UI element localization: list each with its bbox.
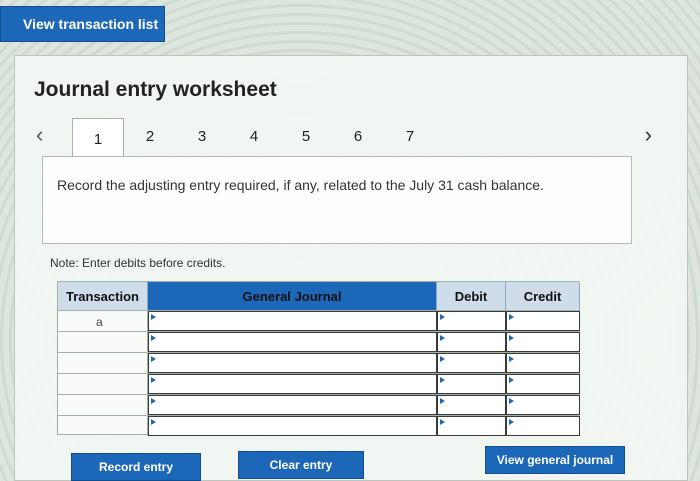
dropdown-marker-icon <box>440 398 445 404</box>
table-row <box>58 394 580 415</box>
chevron-right-icon[interactable]: › <box>645 122 652 148</box>
transaction-cell <box>58 374 148 394</box>
page-tab-2[interactable]: 2 <box>124 118 176 154</box>
transaction-cell <box>58 332 148 352</box>
dropdown-marker-icon <box>151 398 156 404</box>
credit-input[interactable] <box>506 353 580 373</box>
dropdown-marker-icon <box>151 335 156 341</box>
dropdown-marker-icon <box>440 314 445 320</box>
page-navigation: ‹ 1 2 3 4 5 6 7 › <box>32 116 662 160</box>
header-credit: Credit <box>506 282 580 310</box>
dropdown-marker-icon <box>151 419 156 425</box>
credit-input[interactable] <box>506 374 580 394</box>
general-journal-input[interactable] <box>148 395 437 415</box>
dropdown-marker-icon <box>509 335 514 341</box>
dropdown-marker-icon <box>440 419 445 425</box>
dropdown-marker-icon <box>440 377 445 383</box>
clear-entry-button[interactable]: Clear entry <box>238 451 364 479</box>
dropdown-marker-icon <box>509 356 514 362</box>
page-tab-3[interactable]: 3 <box>176 118 228 154</box>
credit-input[interactable] <box>506 395 580 415</box>
dropdown-marker-icon <box>151 356 156 362</box>
view-transaction-list-button[interactable]: View transaction list <box>0 6 165 42</box>
chevron-left-icon[interactable]: ‹ <box>36 122 43 148</box>
dropdown-marker-icon <box>509 398 514 404</box>
dropdown-marker-icon <box>509 314 514 320</box>
table-row: a <box>58 310 580 331</box>
general-journal-input[interactable] <box>148 374 437 394</box>
credit-input[interactable] <box>506 416 580 436</box>
transaction-cell <box>58 395 148 415</box>
table-row <box>58 331 580 352</box>
transaction-cell <box>58 353 148 373</box>
header-transaction: Transaction <box>58 282 148 310</box>
dropdown-marker-icon <box>440 335 445 341</box>
credit-input[interactable] <box>506 332 580 352</box>
dropdown-marker-icon <box>440 356 445 362</box>
debit-input[interactable] <box>437 395 506 415</box>
worksheet-title: Journal entry worksheet <box>34 78 277 101</box>
dropdown-marker-icon <box>151 314 156 320</box>
page-tab-1[interactable]: 1 <box>72 118 124 160</box>
table-row <box>58 415 580 436</box>
record-entry-button[interactable]: Record entry <box>71 453 201 481</box>
journal-table: Transaction General Journal Debit Credit… <box>57 281 580 436</box>
dropdown-marker-icon <box>509 377 514 383</box>
header-debit: Debit <box>437 282 506 310</box>
table-row <box>58 373 580 394</box>
note-text: Note: Enter debits before credits. <box>50 256 226 270</box>
general-journal-input[interactable] <box>148 311 437 331</box>
dropdown-marker-icon <box>509 419 514 425</box>
debit-input[interactable] <box>437 353 506 373</box>
page-tab-6[interactable]: 6 <box>332 118 384 154</box>
dropdown-marker-icon <box>151 377 156 383</box>
debit-input[interactable] <box>437 416 506 436</box>
header-general-journal: General Journal <box>148 282 437 310</box>
prompt-text: Record the adjusting entry required, if … <box>57 177 544 193</box>
debit-input[interactable] <box>437 374 506 394</box>
page-tab-5[interactable]: 5 <box>280 118 332 154</box>
page-tab-7[interactable]: 7 <box>384 118 436 154</box>
table-row <box>58 352 580 373</box>
transaction-label: a <box>96 315 103 329</box>
page-tab-4[interactable]: 4 <box>228 118 280 154</box>
general-journal-input[interactable] <box>148 332 437 352</box>
view-general-journal-button[interactable]: View general journal <box>485 446 625 474</box>
general-journal-input[interactable] <box>148 416 437 436</box>
debit-input[interactable] <box>437 332 506 352</box>
transaction-cell <box>58 416 148 436</box>
general-journal-input[interactable] <box>148 353 437 373</box>
prompt-box: Record the adjusting entry required, if … <box>42 156 632 244</box>
transaction-cell: a <box>58 311 148 331</box>
credit-input[interactable] <box>506 311 580 331</box>
debit-input[interactable] <box>437 311 506 331</box>
